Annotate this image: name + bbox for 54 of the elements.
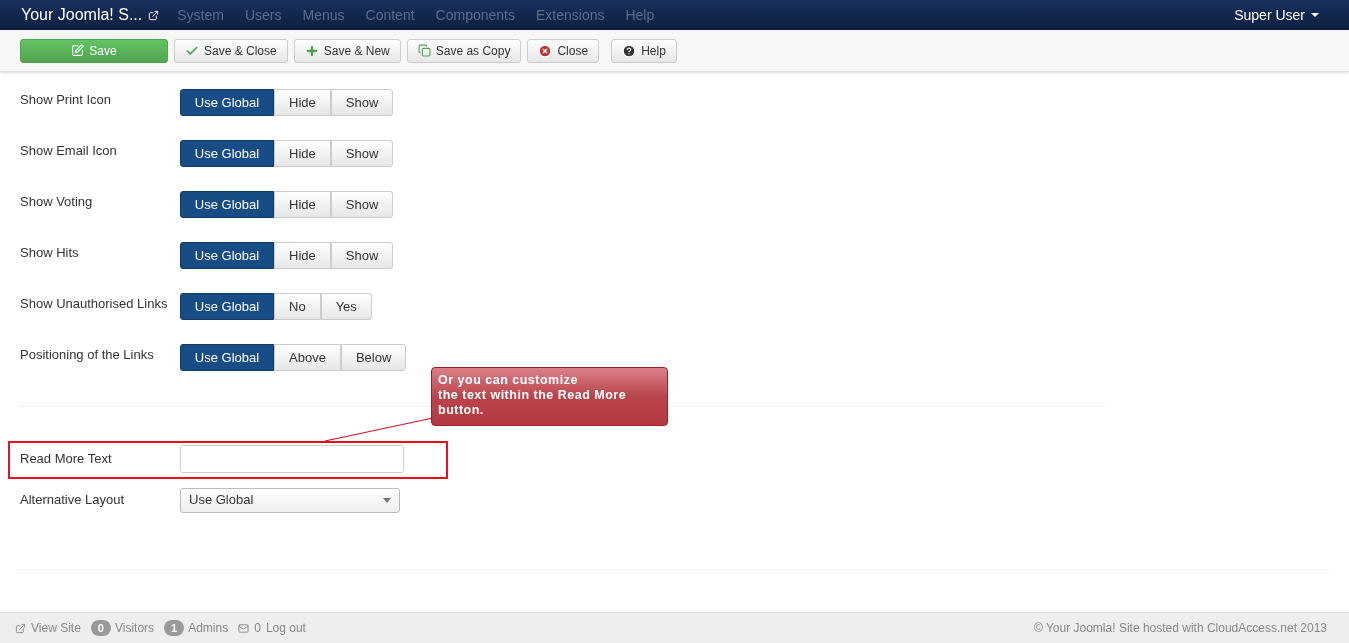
callout-line: button. (438, 403, 484, 418)
toggle-option[interactable]: Show (330, 191, 394, 218)
toggle-option[interactable]: Use Global (180, 293, 274, 320)
toggle-option[interactable]: Yes (320, 293, 372, 320)
copyright-text: © Your Joomla! Site hosted with CloudAccess.net 2013 (1034, 620, 1327, 637)
toggle-option[interactable]: Show (330, 89, 394, 116)
mail-icon (238, 622, 250, 634)
toggle-option[interactable]: Hide (274, 242, 331, 269)
plus-icon (304, 43, 319, 58)
toggle-option[interactable]: No (274, 293, 321, 320)
toggle-option[interactable]: Show (330, 140, 394, 167)
field-label: Show Voting (20, 193, 94, 211)
toggle-option[interactable]: Use Global (180, 191, 274, 218)
field-label: Alternative Layout (20, 491, 126, 510)
caret-icon (383, 497, 391, 503)
toggle-option[interactable]: Use Global (180, 242, 274, 269)
field-label: Positioning of the Links (20, 346, 155, 364)
toolbar-button[interactable]: Save & New (293, 38, 401, 63)
toggle-option[interactable]: Use Global (180, 344, 274, 371)
external-link-icon (15, 622, 26, 634)
toolbar-button[interactable]: Save as Copy (406, 38, 522, 63)
toggle-option[interactable]: Hide (274, 191, 331, 218)
toolbar-button[interactable]: Save & Close (174, 38, 288, 63)
external-link-icon (148, 9, 160, 21)
field-label: Show Unauthorised Links (20, 295, 169, 313)
caret-icon (1311, 13, 1319, 17)
callout-line: Or you can customize (438, 373, 578, 388)
close-icon (538, 43, 553, 58)
toggle-option[interactable]: Use Global (180, 140, 274, 167)
site-title[interactable]: Your Joomla! S... (21, 3, 143, 27)
field-label: Show Hits (20, 244, 80, 262)
copy-icon (417, 44, 431, 57)
user-menu[interactable]: Super User (1234, 4, 1319, 26)
admins-label: Admins (188, 620, 229, 637)
visitors-label: Visitors (114, 620, 155, 637)
toggle-option[interactable]: Hide (274, 89, 331, 116)
count-badge: 0 (90, 619, 111, 637)
toolbar-button[interactable]: Help (611, 38, 677, 63)
edit-icon (71, 44, 85, 57)
field-label: Read More Text (20, 450, 113, 469)
message-count: 0 (254, 620, 261, 637)
field-label: Show Print Icon (20, 91, 113, 109)
input-field[interactable] (180, 445, 404, 473)
field-label: Show Email Icon (20, 142, 118, 160)
toggle-option[interactable]: Show (330, 242, 394, 269)
toggle-option[interactable]: Below (340, 344, 407, 371)
callout-line: the text within the Read More (438, 388, 627, 403)
toggle-option[interactable]: Above (274, 344, 341, 371)
count-badge: 1 (164, 619, 185, 637)
toggle-option[interactable]: Use Global (180, 89, 274, 116)
toolbar-button[interactable]: Close (527, 38, 600, 63)
help-icon (622, 43, 637, 58)
toggle-option[interactable]: Hide (274, 140, 331, 167)
select-dropdown[interactable]: Use Global (180, 487, 400, 513)
